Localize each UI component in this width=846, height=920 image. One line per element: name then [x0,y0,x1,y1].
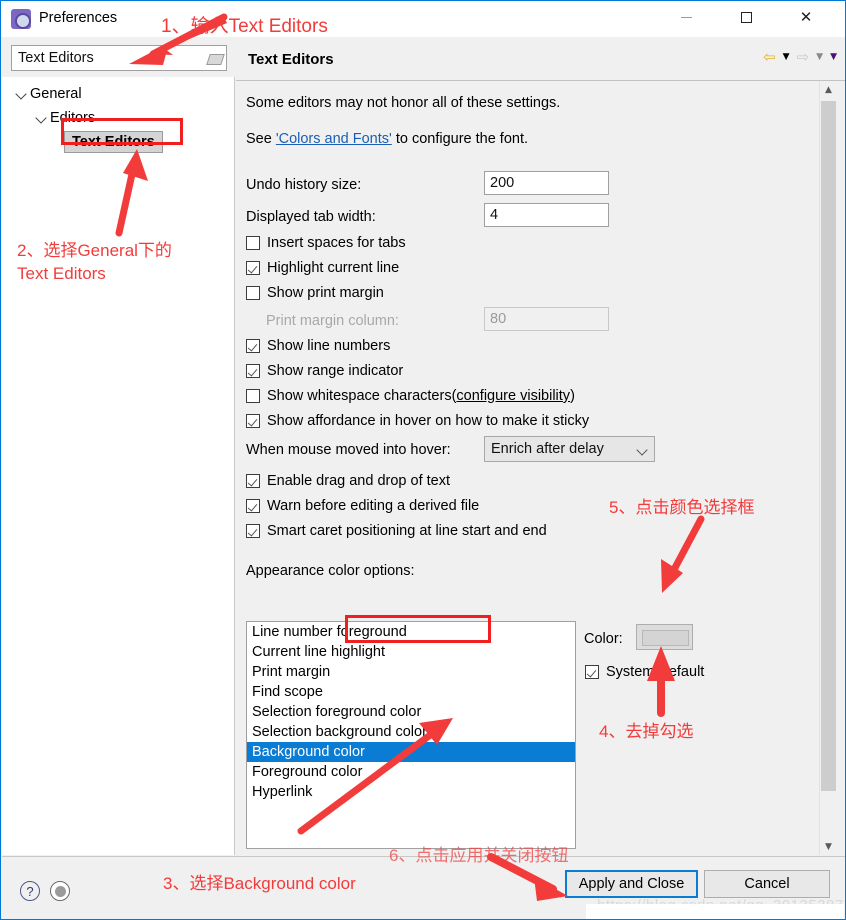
chevron-up-icon[interactable]: ▲ [820,81,837,98]
scrollbar-thumb[interactable] [821,101,836,791]
content-scrollbar[interactable]: ▲ ▼ [819,81,836,855]
list-item[interactable]: Print margin [247,662,575,682]
checkbox-box[interactable] [585,665,599,679]
hover-select[interactable]: Enrich after delay [484,436,655,462]
chevron-down-icon[interactable] [636,444,648,456]
title-bar: Preferences ✕ [1,1,845,37]
checkbox-label: Show range indicator [267,363,404,379]
checkbox-box[interactable] [246,499,260,513]
checkbox-show-line-numbers[interactable]: Show line numbers [246,338,390,354]
checkbox-show-range-indicator[interactable]: Show range indicator [246,363,403,379]
list-item[interactable]: Hyperlink [247,782,575,802]
checkbox-box[interactable] [246,236,260,250]
record-circle-icon[interactable] [50,881,70,901]
checkbox-box[interactable] [246,286,260,300]
whitespace-suffix-end: ) [570,388,575,404]
window-title: Preferences [39,10,118,26]
caret-down-icon-forward[interactable]: ▼ [816,53,823,62]
list-item[interactable]: Find scope [247,682,575,702]
cancel-button[interactable]: Cancel [704,870,830,898]
checkbox-box[interactable] [246,389,260,403]
color-swatch-button[interactable] [636,624,693,650]
checkbox-warn-derived-file[interactable]: Warn before editing a derived file [246,498,479,514]
checkbox-show-print-margin[interactable]: Show print margin [246,285,384,301]
hover-label: When mouse moved into hover: [246,442,451,458]
print-margin-column-label: Print margin column: [266,313,399,329]
checkbox-label: Smart caret positioning at line start an… [267,523,547,539]
preferences-gear-icon [11,9,31,29]
maximize-button[interactable] [723,1,769,33]
checkbox-box[interactable] [246,261,260,275]
font-note-suffix: to configure the font. [391,131,529,147]
checkbox-label: Show affordance in hover on how to make … [267,413,590,429]
filter-input-wrapper[interactable]: Text Editors [11,45,227,71]
apply-and-close-button[interactable]: Apply and Close [565,870,698,898]
checkbox-box[interactable] [246,414,260,428]
list-item[interactable]: Selection background color [247,722,575,742]
clear-filter-icon[interactable] [204,46,226,70]
close-icon: ✕ [799,7,813,26]
font-note: See 'Colors and Fonts' to configure the … [246,131,528,147]
undo-history-label: Undo history size: [246,177,362,193]
preferences-tree[interactable]: General Editors Text Editors [2,77,235,855]
arrow-left-icon[interactable]: ⇦ [763,50,776,65]
chevron-down-icon[interactable] [34,110,50,126]
list-item[interactable]: Current line highlight [247,642,575,662]
intro-text: Some editors may not honor all of these … [246,95,561,111]
checkbox-smart-caret[interactable]: Smart caret positioning at line start an… [246,523,547,539]
list-item-selected[interactable]: Background color [247,742,575,762]
filter-input[interactable]: Text Editors [18,50,204,66]
settings-pane: Text Editors ⇦ ▼ ⇨ ▼ ▼ Some editors may … [236,39,845,872]
checkbox-highlight-current-line[interactable]: Highlight current line [246,260,399,276]
checkbox-show-affordance[interactable]: Show affordance in hover on how to make … [246,413,589,429]
checkbox-label: Show whitespace characters [267,388,452,404]
close-button[interactable]: ✕ [783,1,829,33]
preferences-dialog: Preferences ✕ Text Editors General Edito… [0,0,846,920]
checkbox-label: Insert spaces for tabs [267,235,406,251]
list-item[interactable]: Foreground color [247,762,575,782]
appearance-color-list[interactable]: Line number foreground Current line high… [246,621,576,849]
print-margin-column-input: 80 [484,307,609,331]
tab-width-input[interactable]: 4 [484,203,609,227]
caret-down-icon-back[interactable]: ▼ [783,53,790,62]
checkbox-label: Highlight current line [267,260,400,276]
annotation-highlight-system-default [345,615,491,643]
minimize-button[interactable] [663,1,709,33]
tree-item-label: General [30,86,82,102]
checkbox-show-whitespace[interactable]: Show whitespace characters ( configure v… [246,388,575,404]
settings-content: Some editors may not honor all of these … [236,81,827,872]
arrow-right-icon[interactable]: ⇨ [797,50,810,65]
checkbox-label: System Default [606,664,705,680]
checkbox-enable-drag-drop[interactable]: Enable drag and drop of text [246,473,450,489]
colors-and-fonts-link[interactable]: 'Colors and Fonts' [276,131,392,147]
checkbox-insert-spaces[interactable]: Insert spaces for tabs [246,235,406,251]
page-title: Text Editors [248,51,334,68]
checkbox-box[interactable] [246,474,260,488]
help-question-icon[interactable]: ? [20,881,40,901]
color-label: Color: [584,631,623,647]
tab-width-label: Displayed tab width: [246,209,376,225]
annotation-highlight-tree [61,118,183,145]
checkbox-label: Show line numbers [267,338,391,354]
checkbox-label: Show print margin [267,285,384,301]
appearance-label: Appearance color options: [246,563,415,579]
hover-select-value: Enrich after delay [491,441,604,457]
caret-down-icon-menu[interactable]: ▼ [830,53,837,62]
font-note-prefix: See [246,131,276,147]
undo-history-input[interactable]: 200 [484,171,609,195]
configure-visibility-link[interactable]: configure visibility [456,388,570,404]
checkbox-label: Warn before editing a derived file [267,498,480,514]
chevron-down-icon[interactable]: ▼ [820,838,837,855]
page-nav-toolbar: ⇦ ▼ ⇨ ▼ ▼ [763,50,837,65]
chevron-down-icon[interactable] [14,86,30,102]
checkbox-label: Enable drag and drop of text [267,473,450,489]
tree-item-general[interactable]: General [14,83,82,105]
list-item[interactable]: Selection foreground color [247,702,575,722]
watermark-cover [586,904,844,919]
checkbox-box[interactable] [246,524,260,538]
checkbox-system-default[interactable]: System Default [585,664,704,680]
checkbox-box[interactable] [246,364,260,378]
checkbox-box[interactable] [246,339,260,353]
